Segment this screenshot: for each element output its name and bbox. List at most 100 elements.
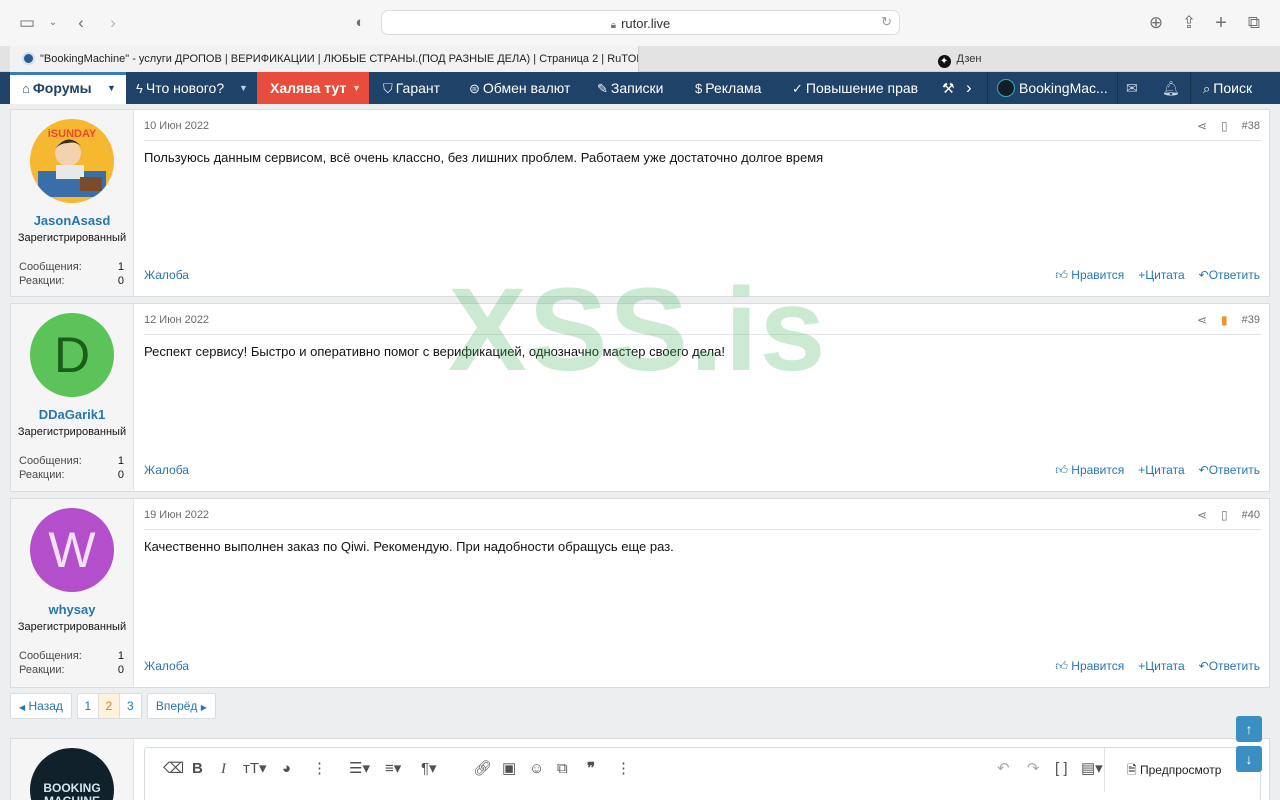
bookmark-icon[interactable]: ▮ [1221, 313, 1228, 327]
forward-icon[interactable]: › [102, 12, 124, 34]
more-options-icon[interactable]: ⋮ [312, 760, 327, 778]
thumbs-up-icon: 👍︎ [1055, 268, 1068, 282]
tab-strip: "BookingMachine" - услуги ДРОПОВ | ВЕРИФ… [0, 46, 1280, 72]
reload-icon[interactable]: ↻ [881, 14, 892, 30]
nav-upgrade[interactable]: ✓ Повышение прав [792, 72, 918, 104]
like-button[interactable]: 👍︎ Нравится [1055, 659, 1124, 674]
nav-guarantor[interactable]: ⛉ Гарант [383, 72, 440, 104]
sidebar-toggle-icon[interactable]: ▭ [16, 12, 38, 34]
page-numbers: 1 2 3 [76, 693, 142, 719]
page-link-current[interactable]: 2 [98, 694, 120, 718]
paragraph-icon[interactable]: ¶▾ [421, 760, 437, 778]
image-icon[interactable]: ▣ [502, 760, 516, 778]
report-link[interactable]: Жалоба [144, 268, 189, 282]
chevron-right-icon: ▶ [200, 703, 207, 712]
list-icon[interactable]: ☰▾ [349, 760, 370, 778]
reply-button[interactable]: ↶Ответить [1199, 268, 1260, 283]
post-number[interactable]: #39 [1242, 314, 1260, 326]
share-icon[interactable]: ⋖ [1197, 508, 1207, 522]
scroll-bottom-button[interactable]: ↓ [1236, 746, 1262, 772]
user-stat-reactions: Реакции: 0 [19, 275, 124, 287]
eraser-icon[interactable]: ⌫ [163, 760, 184, 778]
report-link[interactable]: Жалоба [144, 463, 189, 477]
post-date[interactable]: 12 Июн 2022 [144, 314, 209, 326]
username[interactable]: JasonAsasd [11, 213, 133, 228]
text-size-icon[interactable]: тT▾ [243, 760, 267, 778]
nav-divider [1117, 72, 1118, 104]
quote-button[interactable]: +Цитата [1138, 463, 1184, 478]
privacy-shield-icon[interactable]: ◐ [349, 12, 371, 34]
chevron-down-icon[interactable]: ▼ [107, 72, 116, 104]
redo-icon[interactable]: ↷ [1027, 760, 1040, 778]
nav-scroll-right-icon[interactable]: › [966, 72, 972, 104]
palette-icon[interactable]: ◕ [282, 760, 291, 778]
svg-text:iSUNDAY: iSUNDAY [48, 128, 97, 140]
home-icon: ⌂ [22, 81, 30, 96]
share-icon[interactable]: ⋖ [1197, 313, 1207, 327]
nav-search[interactable]: ⌕ Поиск [1203, 72, 1252, 104]
quote-button[interactable]: +Цитата [1138, 659, 1184, 674]
url-text: rutor.live [621, 16, 671, 31]
bookmark-icon[interactable]: ▯ [1221, 508, 1228, 522]
quote-button[interactable]: +Цитата [1138, 268, 1184, 283]
back-icon[interactable]: ‹ [70, 12, 92, 34]
nav-notes[interactable]: ✎ Записки [597, 72, 664, 104]
browser-toolbar: ▭ ⌄ ‹ › ◐ 🔒︎ rutor.live ↻ ⊕ ⇪ + ⧉ [0, 0, 1280, 46]
undo-icon[interactable]: ↶ [997, 760, 1010, 778]
post-number[interactable]: #40 [1242, 509, 1260, 521]
envelope-icon[interactable]: ✉ [1126, 72, 1138, 104]
tab-overview-icon[interactable]: ⧉ [1243, 12, 1265, 34]
reply-editor[interactable]: ⌫ B I тT▾ ◕ ⋮ ☰▾ ≡▾ ¶▾ 🔗︎ ▣ ☺ ⧉ ❞ ⋮ ↶ ↷ … [144, 747, 1261, 800]
preview-icon: 🗎︎ [1127, 763, 1137, 777]
post-number[interactable]: #38 [1242, 120, 1260, 132]
avatar[interactable]: iSUNDAY [30, 119, 114, 203]
save-draft-icon[interactable]: ▤▾ [1081, 760, 1103, 778]
bbcode-icon[interactable]: [ ] [1055, 760, 1068, 778]
reply-button[interactable]: ↶Ответить [1199, 659, 1260, 674]
avatar[interactable]: D [30, 313, 114, 397]
bookmark-icon[interactable]: ▯ [1221, 119, 1228, 133]
align-icon[interactable]: ≡▾ [385, 760, 401, 778]
more-options-icon[interactable]: ⋮ [616, 760, 631, 778]
nav-divider [1190, 72, 1191, 104]
page-link[interactable]: 3 [120, 694, 141, 718]
next-page-button[interactable]: Вперёд ▶ [146, 693, 216, 719]
bold-icon[interactable]: B [192, 760, 203, 778]
username[interactable]: DDaGarik1 [11, 407, 133, 422]
prev-page-button[interactable]: ◀ Назад [10, 693, 72, 719]
lightning-icon: ϟ [136, 81, 143, 96]
chevron-down-icon[interactable]: ⌄ [42, 12, 64, 34]
nav-ads[interactable]: $ Реклама [695, 72, 761, 104]
reply-button[interactable]: ↶Ответить [1199, 463, 1260, 478]
nav-divider [987, 72, 988, 104]
italic-icon[interactable]: I [221, 760, 226, 778]
hammer-icon[interactable]: ⚒ [942, 72, 955, 104]
report-link[interactable]: Жалоба [144, 659, 189, 673]
post-date[interactable]: 10 Июн 2022 [144, 120, 209, 132]
share-icon[interactable]: ⇪ [1178, 12, 1200, 34]
link-icon[interactable]: 🔗︎ [473, 760, 492, 778]
post-date[interactable]: 19 Июн 2022 [144, 509, 209, 521]
smiley-icon[interactable]: ☺ [529, 760, 544, 778]
tab-dzen[interactable]: ✦ Дзен [638, 46, 1280, 72]
quote-icon[interactable]: ❞ [587, 760, 595, 778]
share-icon[interactable]: ⋖ [1197, 119, 1207, 133]
new-tab-icon[interactable]: + [1210, 12, 1232, 34]
bell-icon[interactable]: 🔔︎ [1162, 72, 1180, 104]
username[interactable]: whysay [11, 602, 133, 617]
address-bar[interactable]: 🔒︎ rutor.live ↻ [381, 10, 900, 35]
nav-account[interactable]: BookingMac... [997, 72, 1108, 104]
avatar[interactable]: W [30, 508, 114, 592]
tab-active[interactable]: "BookingMachine" - услуги ДРОПОВ | ВЕРИФ… [10, 46, 638, 72]
tab-title: "BookingMachine" - услуги ДРОПОВ | ВЕРИФ… [40, 53, 638, 65]
chevron-down-icon[interactable]: ▼ [239, 72, 248, 104]
scroll-top-button[interactable]: ↑ [1236, 716, 1262, 742]
page-link[interactable]: 1 [78, 694, 99, 718]
downloads-icon[interactable]: ⊕ [1145, 12, 1167, 34]
like-button[interactable]: 👍︎ Нравится [1055, 268, 1124, 283]
nav-exchange[interactable]: ⊜ Обмен валют [469, 72, 570, 104]
like-button[interactable]: 👍︎ Нравится [1055, 463, 1124, 478]
chevron-down-icon[interactable]: ▼ [352, 72, 361, 104]
media-icon[interactable]: ⧉ [557, 760, 568, 778]
nav-whats-new[interactable]: ϟ Что нового? [136, 72, 224, 104]
